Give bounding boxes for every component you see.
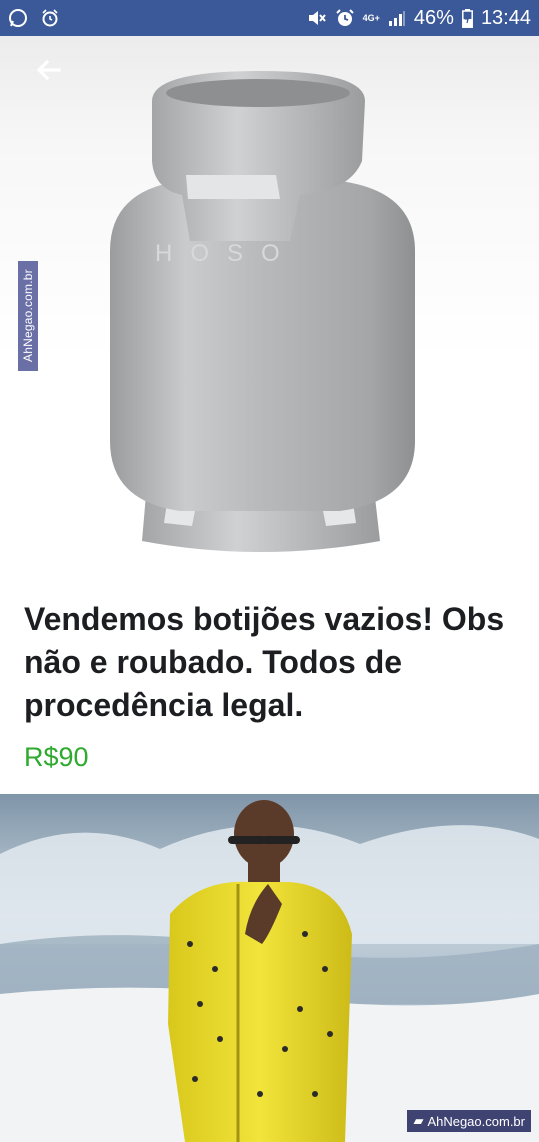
meme-photo-image: [0, 794, 539, 1142]
battery-icon: [461, 8, 473, 28]
listing-title: Vendemos botijões vazios! Obs não e roub…: [24, 601, 505, 723]
listing-details: Vendemos botijões vazios! Obs não e roub…: [0, 576, 539, 794]
svg-text:HOSO: HOSO: [155, 240, 298, 267]
watermark: AhNegao.com.br: [18, 261, 38, 371]
watermark-badge: ▰ AhNegao.com.br: [407, 1110, 531, 1132]
alarm-icon: [40, 8, 60, 28]
battery-percent: 46%: [413, 6, 454, 29]
whatsapp-icon: [8, 8, 28, 28]
arrow-left-icon: [36, 60, 61, 80]
watermark-text: AhNegao.com.br: [427, 1113, 525, 1129]
network-type: 4G+: [362, 12, 380, 23]
gas-cylinder-image: HOSO: [110, 71, 415, 552]
meme-photo: ▰ AhNegao.com.br: [0, 794, 539, 1142]
back-button[interactable]: [30, 56, 66, 84]
alarm-icon: [335, 8, 355, 28]
signal-icon: [388, 10, 406, 26]
clock: 13:44: [480, 6, 531, 29]
mute-icon: [307, 9, 327, 27]
listing-price: R$90: [24, 742, 89, 772]
brand-logo-icon: ▰: [413, 1113, 424, 1128]
status-bar: 4G+ 46% 13:44: [0, 0, 539, 36]
product-image: AhNegao.com.br HOSO: [0, 36, 539, 576]
